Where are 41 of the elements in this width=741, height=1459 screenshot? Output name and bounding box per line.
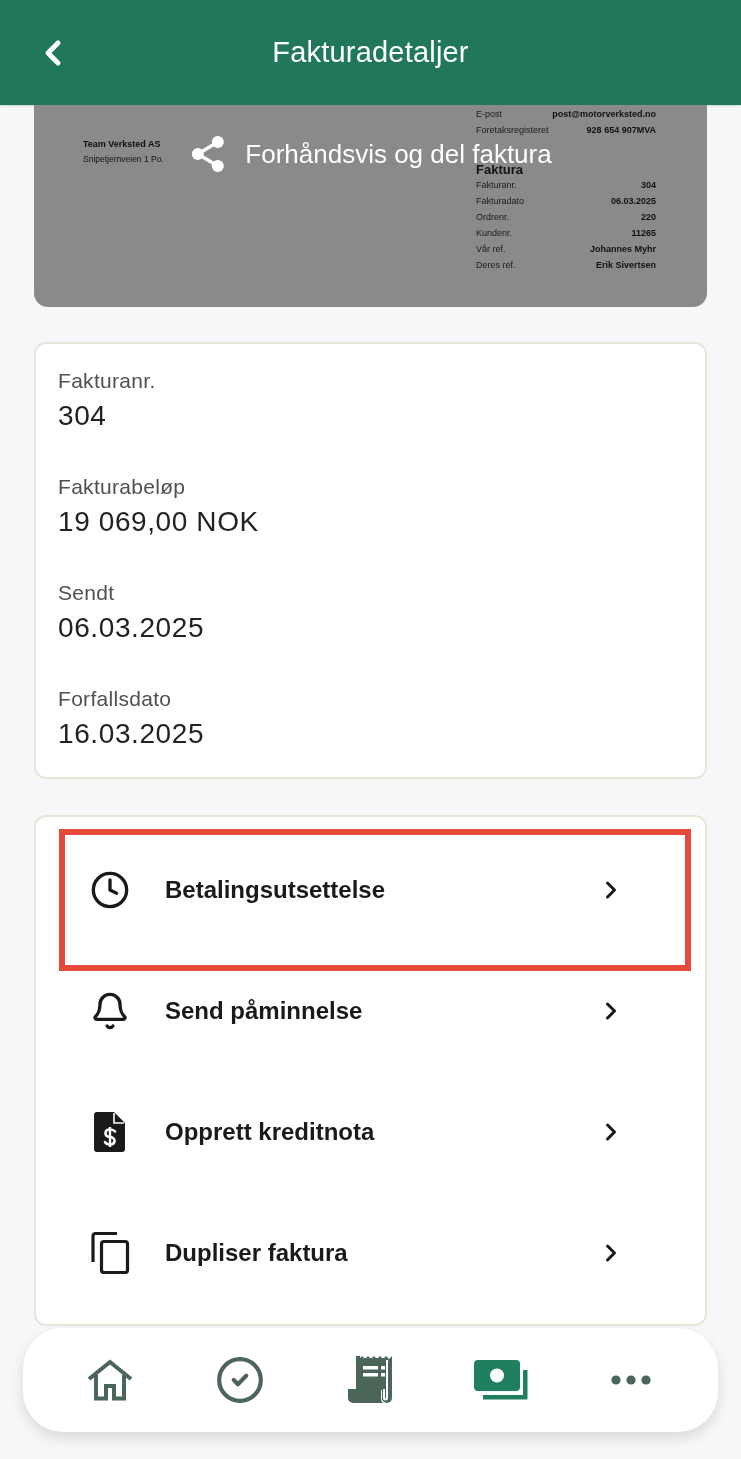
clock-icon xyxy=(90,869,130,910)
banknotes-icon xyxy=(473,1360,528,1400)
preview-label: Kundenr. xyxy=(476,228,513,238)
more-icon xyxy=(610,1375,651,1385)
preview-label: Deres ref. xyxy=(476,260,516,270)
preview-label: Foretaksregisteret xyxy=(476,125,549,135)
bell-icon xyxy=(90,990,130,1031)
preview-label: Fakturadato xyxy=(476,196,525,206)
detail-label: Forfallsdato xyxy=(58,686,172,712)
preview-value: Erik Sivertsen xyxy=(595,260,656,270)
detail-label: Fakturabeløp xyxy=(58,474,186,500)
copy-icon xyxy=(90,1231,130,1274)
detail-value: 19 069,00 NOK xyxy=(58,505,259,539)
preview-value: Johannes Myhr xyxy=(590,244,656,254)
action-item[interactable]: Dupliser faktura xyxy=(36,1192,705,1313)
company-address: Snipetjernveien 1 Po. xyxy=(83,153,164,165)
detail-value: 16.03.2025 xyxy=(58,717,205,751)
preview-value: post@motorverksted.no xyxy=(552,109,656,119)
action-item[interactable]: Opprett kreditnota xyxy=(36,1071,705,1192)
preview-label: Fakturanr. xyxy=(476,180,517,190)
receipt-icon xyxy=(348,1356,393,1404)
preview-value: 06.03.2025 xyxy=(610,196,656,206)
preview-value: 928 654 907MVA xyxy=(586,125,656,135)
detail-label: Sendt xyxy=(58,580,115,606)
preview-value: 11265 xyxy=(631,228,656,238)
action-item[interactable]: Betalingsutsettelse xyxy=(36,829,705,950)
detail-value: 304 xyxy=(58,399,107,433)
check-circle-icon xyxy=(215,1355,266,1405)
home-icon xyxy=(87,1359,134,1401)
preview-label: Vår ref. xyxy=(476,244,506,254)
page-title: Fakturadetaljer xyxy=(272,36,469,69)
preview-label: Ordrenr. xyxy=(476,212,509,222)
detail-value: 06.03.2025 xyxy=(58,611,205,645)
action-item[interactable]: Send påminnelse xyxy=(36,950,705,1071)
preview-value: 220 xyxy=(640,212,656,222)
preview-label: E-post xyxy=(476,109,502,119)
company-name: Team Verksted AS xyxy=(83,138,162,150)
preview-value: 304 xyxy=(640,180,656,190)
preview-heading: Faktura xyxy=(476,163,523,177)
share-icon xyxy=(189,135,226,173)
detail-label: Fakturanr. xyxy=(58,368,156,394)
